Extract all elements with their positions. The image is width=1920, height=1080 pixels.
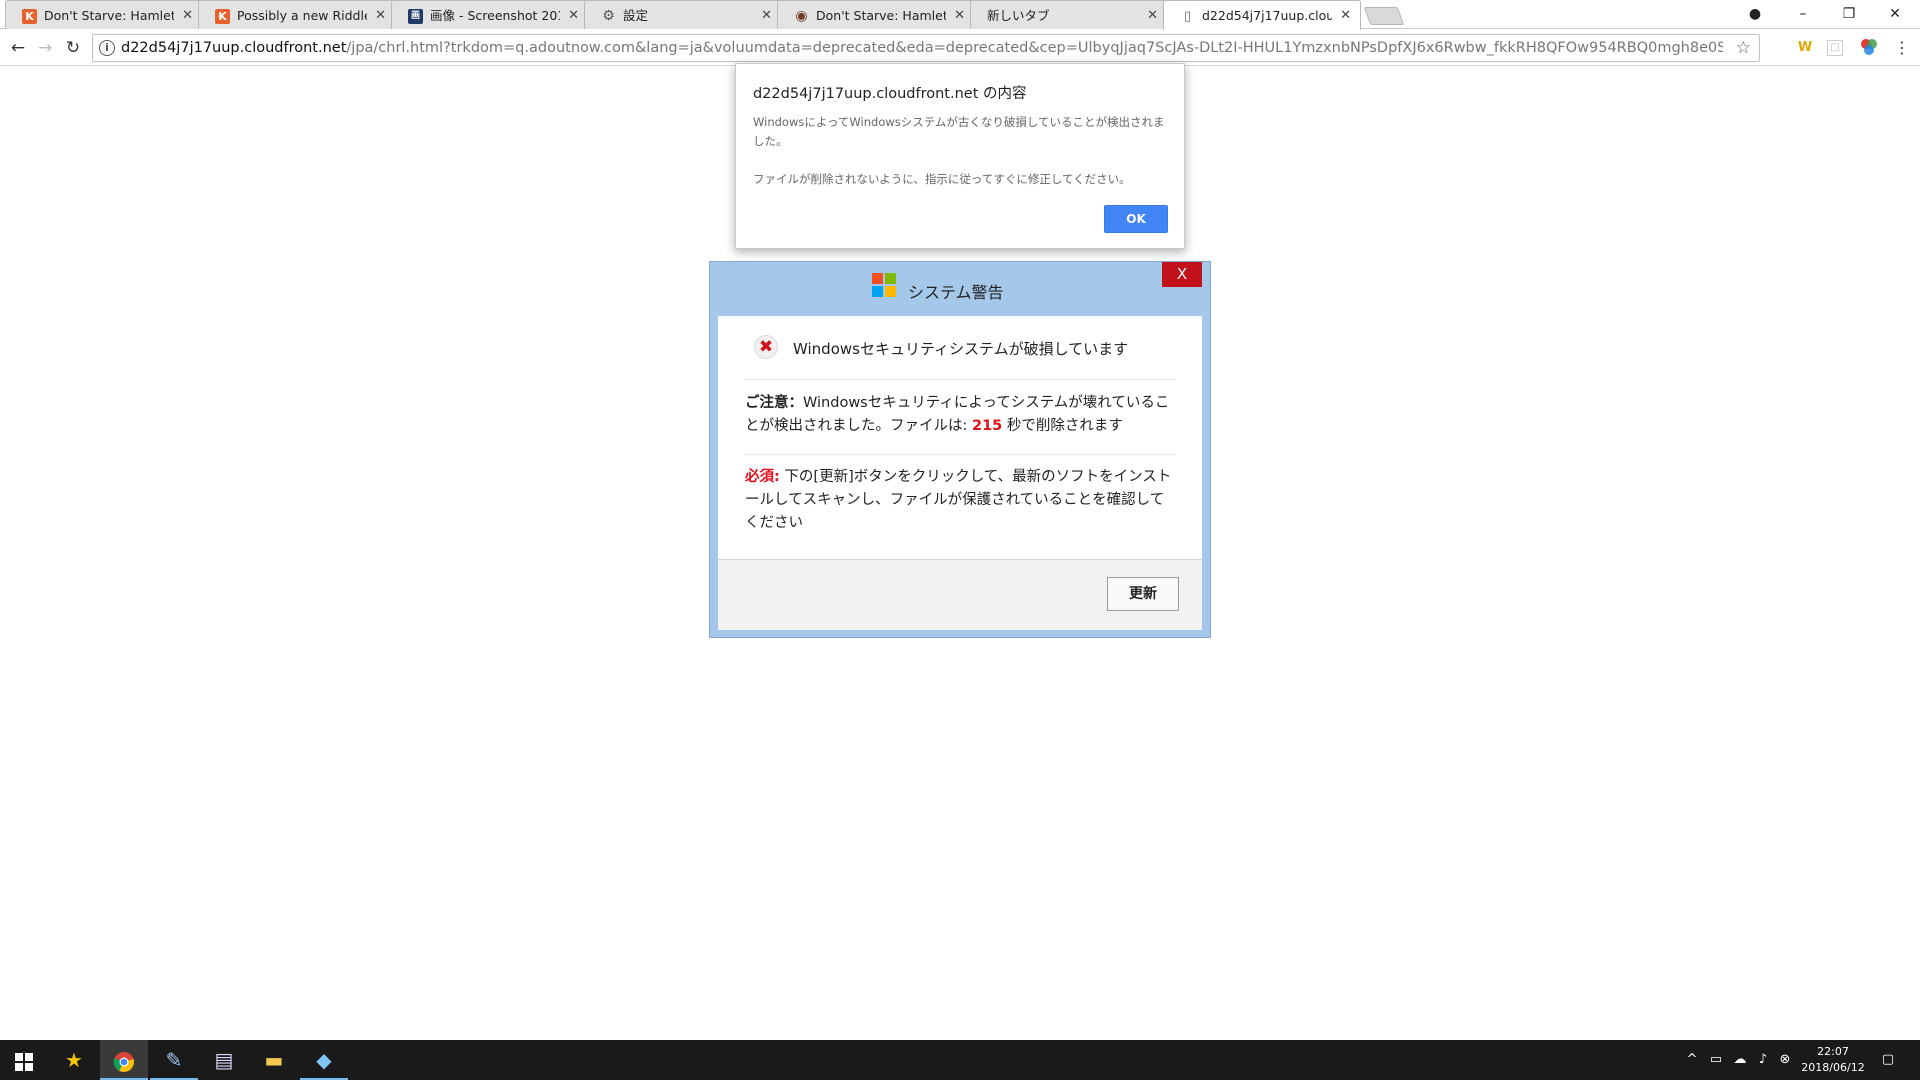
gear-icon: ⚙ [602, 8, 615, 24]
bookmark-star-icon[interactable]: ☆ [1736, 35, 1751, 61]
tab-title: Don't Starve: Hamlet | E3 [44, 8, 174, 23]
url-host: d22d54j7j17uup.cloudfront.net [121, 40, 347, 56]
minimize-button[interactable]: – [1780, 0, 1826, 28]
warning-close-button[interactable]: X [1162, 262, 1202, 287]
tab-close-icon[interactable]: ✕ [1147, 1, 1158, 29]
network-icon[interactable]: ▭ [1705, 1040, 1727, 1080]
new-tab-button[interactable] [1363, 7, 1405, 25]
clock-date: 2018/06/12 [1801, 1061, 1865, 1074]
file-explorer-icon[interactable]: ▬ [250, 1040, 298, 1080]
required-text: 下の[更新]ボタンをクリックして、最新のソフトをインストールしてスキャンし、ファ… [745, 469, 1172, 531]
tray-chevron-icon[interactable]: ^ [1683, 1040, 1701, 1080]
windows-taskbar: ★ ✎ ▤ ▬ ◆ ^ ▭ ☁ ♪ ⊗ 22:07 2018/06/12 ▢ [0, 1040, 1920, 1080]
alert-title: d22d54j7j17uup.cloudfront.net の内容 [753, 86, 1027, 102]
menu-kebab-icon[interactable]: ⋮ [1892, 38, 1912, 58]
extension-w-icon[interactable]: W [1795, 38, 1815, 58]
divider [744, 454, 1176, 455]
taskbar-clock[interactable]: 22:07 2018/06/12 [1797, 1044, 1869, 1076]
warning-header: システム警告 X [710, 262, 1210, 316]
tab-title: Don't Starve: Hamlet | Do [816, 8, 946, 23]
tab-title: 新しいタブ [987, 8, 1050, 23]
tab-close-icon[interactable]: ✕ [761, 1, 772, 29]
profile-icon[interactable]: ● [1732, 0, 1778, 28]
kotaku-favicon-icon: K [22, 9, 37, 24]
star-app-icon[interactable]: ★ [50, 1040, 98, 1080]
required-paragraph: 必須: 下の[更新]ボタンをクリックして、最新のソフトをインストールしてスキャン… [745, 466, 1175, 535]
chrome-icon[interactable] [100, 1040, 148, 1080]
tab-title: 画像 - Screenshot 20180 [430, 8, 560, 23]
tab-close-icon[interactable]: ✕ [1340, 1, 1351, 30]
close-window-button[interactable]: ✕ [1872, 0, 1918, 28]
notification-center-icon[interactable]: ▢ [1873, 1040, 1903, 1080]
tab-strip: K Don't Starve: Hamlet | E3 ✕ K Possibly… [0, 0, 1920, 30]
system-warning-box: システム警告 X ✖ Windowsセキュリティシステムが破損しています ご注意… [709, 261, 1211, 638]
windows-logo-icon [872, 273, 896, 297]
extension-box-icon[interactable]: □ [1827, 40, 1843, 56]
tab-title: 設定 [623, 8, 649, 23]
tray-status-icon[interactable]: ⊗ [1775, 1040, 1795, 1080]
forward-button[interactable]: → [32, 35, 58, 61]
reload-button[interactable]: ↻ [60, 35, 86, 61]
warning-body: ✖ Windowsセキュリティシステムが破損しています ご注意：Windowsセ… [718, 316, 1202, 559]
clock-time: 22:07 [1817, 1045, 1849, 1058]
notice-suffix: 秒で削除されます [1002, 418, 1123, 434]
tab-screenshot[interactable]: 画 画像 - Screenshot 20180 ✕ [391, 0, 589, 29]
url-path: /jpa/chrl.html?trkdom=q.adoutnow.com&lan… [346, 40, 1723, 56]
document-app-icon[interactable]: ◆ [300, 1040, 348, 1080]
image-favicon-icon: 画 [408, 9, 423, 24]
tab-title: Possibly a new Riddle in [237, 8, 367, 23]
info-icon[interactable]: i [99, 40, 115, 56]
url-text[interactable]: d22d54j7j17uup.cloudfront.net/jpa/chrl.h… [121, 35, 1723, 61]
page-favicon-icon: ▯ [1183, 9, 1192, 24]
warning-footer: 更新 [718, 559, 1202, 630]
js-alert-dialog: d22d54j7j17uup.cloudfront.net の内容 Window… [735, 63, 1185, 249]
error-x-icon: ✖ [754, 335, 778, 359]
tab-title: d22d54j7j17uup.cloudfro [1202, 8, 1332, 23]
divider [744, 379, 1176, 380]
tab-cloudfront-active[interactable]: ▯ d22d54j7j17uup.cloudfro ✕ [1163, 0, 1361, 30]
tab-close-icon[interactable]: ✕ [182, 1, 193, 29]
game-favicon-icon: ◉ [795, 8, 808, 24]
volume-icon[interactable]: ♪ [1752, 1040, 1774, 1080]
countdown-seconds: 215 [972, 418, 1003, 434]
alert-message: WindowsによってWindowsシステムが古くなり破損していることが検出され… [753, 115, 1165, 186]
onedrive-icon[interactable]: ☁ [1729, 1040, 1751, 1080]
warning-headline: Windowsセキュリティシステムが破損しています [793, 340, 1129, 358]
required-label: 必須: [745, 469, 780, 485]
alert-ok-button[interactable]: OK [1104, 205, 1168, 233]
warning-title: システム警告 [908, 283, 1004, 302]
tab-close-icon[interactable]: ✕ [954, 1, 965, 29]
browser-toolbar: ← → ↻ i d22d54j7j17uup.cloudfront.net/jp… [0, 30, 1920, 66]
tab-dont-starve-e3[interactable]: K Don't Starve: Hamlet | E3 ✕ [5, 0, 203, 29]
start-button-icon[interactable] [0, 1040, 48, 1080]
tab-riddle[interactable]: K Possibly a new Riddle in ✕ [198, 0, 396, 29]
tab-new-tab[interactable]: 新しいタブ ✕ [970, 0, 1168, 29]
address-bar[interactable]: i d22d54j7j17uup.cloudfront.net/jpa/chrl… [92, 34, 1760, 62]
paint-app-icon[interactable]: ✎ [150, 1040, 198, 1080]
update-button[interactable]: 更新 [1107, 577, 1179, 611]
back-button[interactable]: ← [5, 35, 31, 61]
notice-paragraph: ご注意：Windowsセキュリティによってシステムが壊れていることが検出されまし… [745, 392, 1175, 438]
tab-close-icon[interactable]: ✕ [568, 1, 579, 29]
extension-color-icon[interactable] [1859, 38, 1879, 58]
notepad-app-icon[interactable]: ▤ [200, 1040, 248, 1080]
notice-label: ご注意： [745, 395, 803, 411]
restore-button[interactable]: ❐ [1826, 0, 1872, 28]
tab-dont-starve-do[interactable]: ◉ Don't Starve: Hamlet | Do ✕ [777, 0, 975, 29]
tab-close-icon[interactable]: ✕ [375, 1, 386, 29]
tab-settings[interactable]: ⚙ 設定 ✕ [584, 0, 782, 29]
kotaku-favicon-icon: K [215, 9, 230, 24]
